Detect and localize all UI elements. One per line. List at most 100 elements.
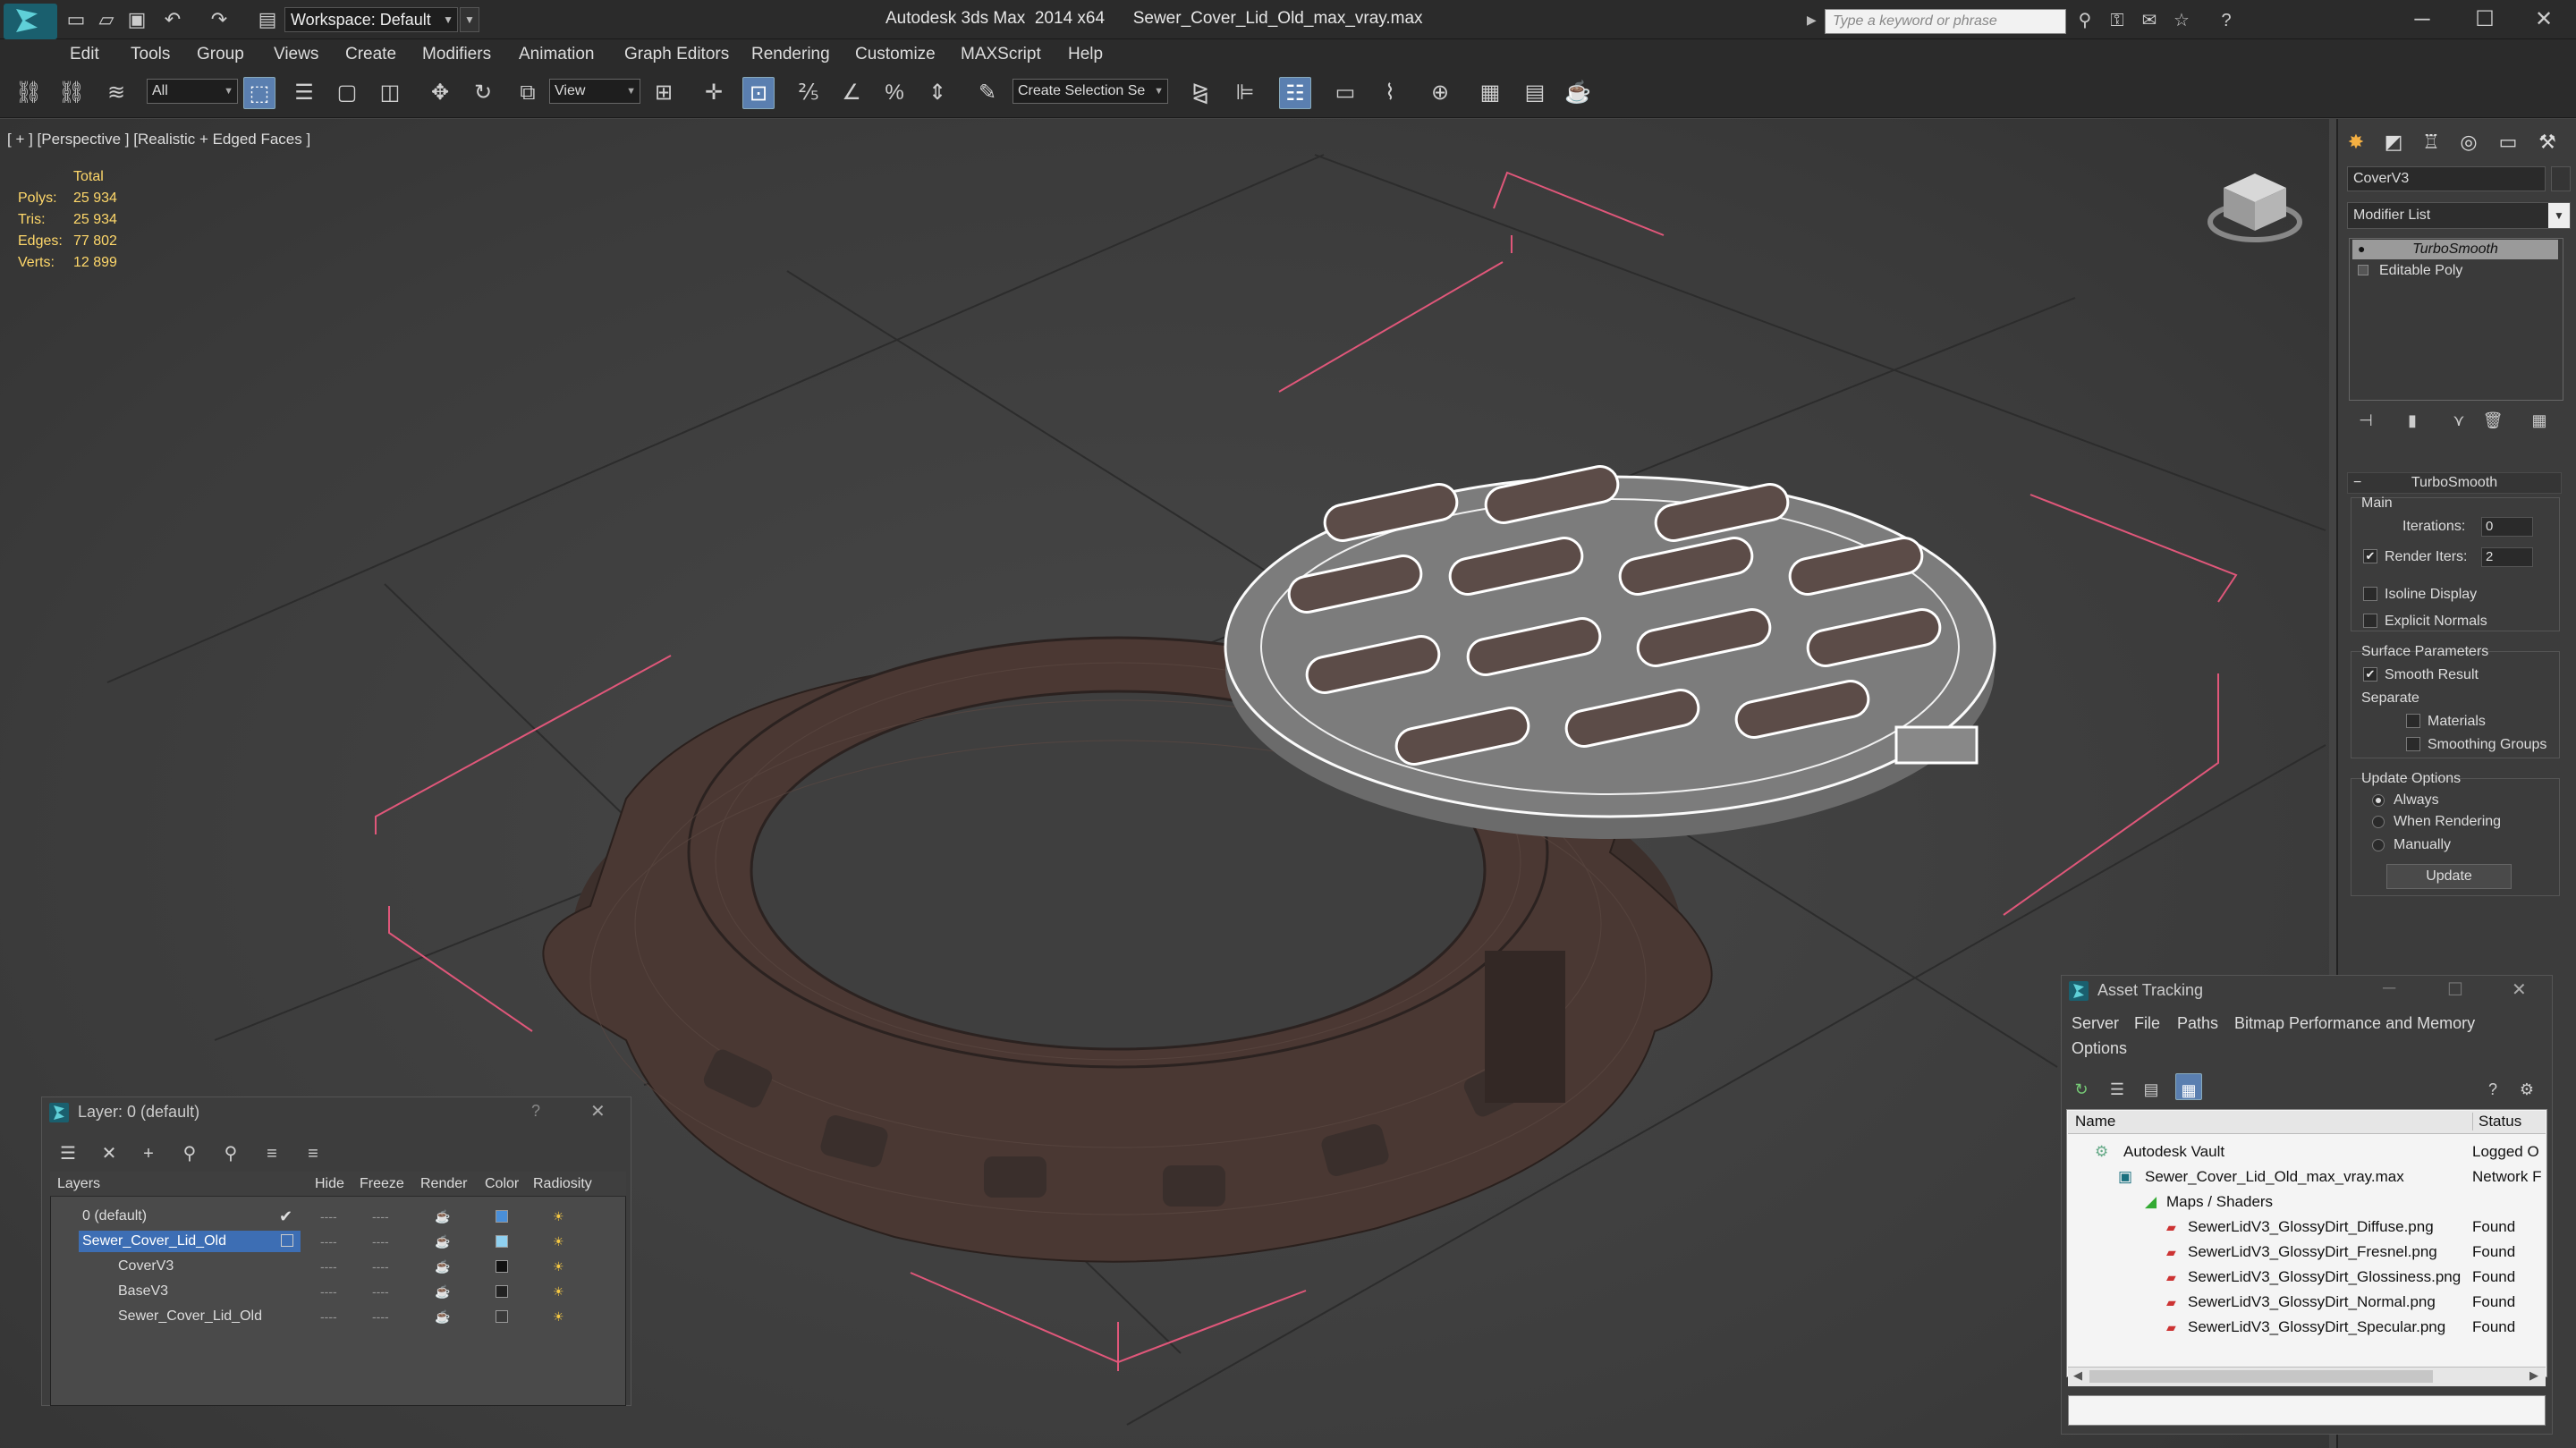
layer-name[interactable]: 0 (default) xyxy=(79,1206,150,1227)
asset-maximize-icon[interactable]: ☐ xyxy=(2447,978,2463,1001)
layer-object-name[interactable]: Sewer_Cover_Lid_Old xyxy=(114,1306,266,1327)
asset-menu-paths[interactable]: Paths xyxy=(2177,1014,2218,1033)
menu-rendering[interactable]: Rendering xyxy=(751,45,830,64)
graphite-ribbon-icon[interactable]: ▭ xyxy=(1329,77,1361,109)
layer-object-name[interactable]: CoverV3 xyxy=(114,1256,177,1277)
update-always-radio[interactable] xyxy=(2372,794,2385,807)
maximize-window-icon[interactable]: ☐ xyxy=(2458,4,2512,36)
asset-menu-file[interactable]: File xyxy=(2134,1014,2160,1033)
layer-row[interactable]: 0 (default) ✔ ---- ---- ☕ ☀ xyxy=(52,1204,597,1229)
render-teapot-icon[interactable]: ☕ xyxy=(435,1229,450,1254)
layer-color-swatch[interactable] xyxy=(496,1210,508,1223)
help-icon[interactable]: ? xyxy=(2213,9,2240,32)
utilities-tab-icon[interactable]: ⚒ xyxy=(2531,127,2563,157)
open-file-icon[interactable]: ▱ xyxy=(95,9,118,30)
col-color[interactable]: Color xyxy=(485,1176,519,1192)
select-by-name-icon[interactable]: ☰ xyxy=(288,77,320,109)
viewport-label[interactable]: [ + ] [Perspective ] [Realistic + Edged … xyxy=(7,131,310,148)
object-name-field[interactable]: CoverV3 xyxy=(2347,166,2546,191)
layer-row[interactable]: BaseV3 ---- ---- ☕ ☀ xyxy=(52,1279,597,1304)
search-expand-icon[interactable]: ▶ xyxy=(1807,13,1819,30)
freeze-toggle[interactable]: ---- xyxy=(372,1279,389,1304)
freeze-toggle[interactable]: ---- xyxy=(372,1229,389,1254)
select-and-link-icon[interactable]: ⛓ xyxy=(13,77,45,109)
remove-modifier-icon[interactable]: 🗑 xyxy=(2479,411,2506,436)
select-layer-objects-icon[interactable]: ⚲ xyxy=(175,1138,204,1166)
separate-smoothing-groups-checkbox[interactable] xyxy=(2406,737,2420,751)
asset-help-icon[interactable]: ? xyxy=(2479,1073,2506,1100)
col-radiosity[interactable]: Radiosity xyxy=(533,1176,592,1192)
render-production-icon[interactable]: ☕ xyxy=(1562,77,1594,109)
asset-row[interactable]: ▰ SewerLidV3_GlossyDirt_Diffuse.png Foun… xyxy=(2068,1215,2546,1240)
render-teapot-icon[interactable]: ☕ xyxy=(435,1204,450,1229)
radiosity-icon[interactable]: ☀ xyxy=(553,1204,564,1229)
layer-dialog-help-button[interactable]: ? xyxy=(531,1102,540,1121)
asset-row[interactable]: ▰ SewerLidV3_GlossyDirt_Normal.png Found xyxy=(2068,1290,2546,1315)
selection-filter-dropdown[interactable]: All ▼ xyxy=(147,79,238,104)
create-layer-icon[interactable]: ☰ xyxy=(54,1138,82,1166)
menu-animation[interactable]: Animation xyxy=(519,45,595,64)
smooth-result-checkbox[interactable]: ✔ xyxy=(2363,667,2377,682)
select-and-scale-icon[interactable]: ⧉ xyxy=(512,77,544,109)
iterations-spinner[interactable]: 0 xyxy=(2481,517,2533,537)
asset-menu-bitmap-performance[interactable]: Bitmap Performance and Memory xyxy=(2234,1014,2475,1033)
workspace-dropdown[interactable]: Workspace: Default ▼ xyxy=(284,7,458,32)
stack-item-editable-poly[interactable]: Editable Poly xyxy=(2352,261,2558,281)
asset-name[interactable]: SewerLidV3_GlossyDirt_Normal.png xyxy=(2188,1290,2436,1315)
editable-poly-expand-icon[interactable] xyxy=(2358,265,2368,275)
layer-object-name[interactable]: BaseV3 xyxy=(114,1281,172,1302)
menu-modifiers[interactable]: Modifiers xyxy=(422,45,491,64)
motion-tab-icon[interactable]: ◎ xyxy=(2453,127,2485,157)
object-color-swatch[interactable] xyxy=(2551,166,2571,191)
named-selection-set-dropdown[interactable]: Create Selection Se ▼ xyxy=(1013,79,1168,104)
freeze-toggle[interactable]: ---- xyxy=(372,1204,389,1229)
create-tab-icon[interactable]: ✸ xyxy=(2340,127,2372,157)
radiosity-icon[interactable]: ☀ xyxy=(553,1279,564,1304)
spinner-snap-icon[interactable]: ⇕ xyxy=(921,77,953,109)
select-and-manipulate-icon[interactable]: ✛ xyxy=(698,77,730,109)
asset-path-field[interactable] xyxy=(2068,1395,2546,1426)
update-when-rendering-radio[interactable] xyxy=(2372,816,2385,828)
update-manually-radio[interactable] xyxy=(2372,839,2385,851)
hierarchy-tab-icon[interactable]: ♖ xyxy=(2415,127,2447,157)
freeze-toggle[interactable]: ---- xyxy=(372,1304,389,1329)
menu-tools[interactable]: Tools xyxy=(131,45,170,64)
asset-close-icon[interactable]: ✕ xyxy=(2512,978,2527,1001)
radiosity-icon[interactable]: ☀ xyxy=(553,1304,564,1329)
col-hide[interactable]: Hide xyxy=(315,1176,344,1192)
asset-name[interactable]: SewerLidV3_GlossyDirt_Diffuse.png xyxy=(2188,1215,2434,1240)
layer-color-swatch[interactable] xyxy=(496,1235,508,1248)
radiosity-icon[interactable]: ☀ xyxy=(553,1229,564,1254)
layer-color-swatch[interactable] xyxy=(496,1285,508,1298)
layer-row[interactable]: Sewer_Cover_Lid_Old ---- ---- ☕ ☀ xyxy=(52,1229,597,1254)
layer-color-swatch[interactable] xyxy=(496,1310,508,1323)
layer-dialog-close-icon[interactable]: ✕ xyxy=(590,1100,606,1122)
project-folder-icon[interactable]: ▤ xyxy=(256,9,279,30)
menu-maxscript[interactable]: MAXScript xyxy=(961,45,1041,64)
render-teapot-icon[interactable]: ☕ xyxy=(435,1279,450,1304)
modifier-toggle-bulb-icon[interactable]: ● xyxy=(2358,241,2365,256)
snaps-toggle-icon[interactable]: ⅖ xyxy=(792,77,825,109)
asset-minimize-icon[interactable]: ─ xyxy=(2383,978,2395,999)
reference-coordinate-dropdown[interactable]: View ▼ xyxy=(549,79,640,104)
col-name[interactable]: Name xyxy=(2075,1113,2115,1130)
asset-row[interactable]: ▣ Sewer_Cover_Lid_Old_max_vray.max Netwo… xyxy=(2068,1164,2546,1190)
layer-row[interactable]: Sewer_Cover_Lid_Old ---- ---- ☕ ☀ xyxy=(52,1304,597,1329)
align-icon[interactable]: ⊫ xyxy=(1229,77,1261,109)
asset-horizontal-scrollbar[interactable]: ◀ ▶ xyxy=(2068,1367,2546,1386)
render-teapot-icon[interactable]: ☕ xyxy=(435,1254,450,1279)
close-window-icon[interactable]: ✕ xyxy=(2517,4,2571,36)
pin-stack-icon[interactable]: ⊣ xyxy=(2352,411,2379,436)
menu-group[interactable]: Group xyxy=(197,45,244,64)
display-tab-icon[interactable]: ▭ xyxy=(2492,127,2524,157)
search-input[interactable]: Type a keyword or phrase xyxy=(1825,9,2066,34)
hide-all-layers-icon[interactable]: ≡ xyxy=(258,1138,286,1166)
asset-menu-server[interactable]: Server xyxy=(2072,1014,2119,1033)
render-iters-checkbox[interactable]: ✔ xyxy=(2363,549,2377,563)
show-end-result-icon[interactable]: ▮ xyxy=(2399,411,2426,436)
menu-views[interactable]: Views xyxy=(274,45,318,64)
layer-color-swatch[interactable] xyxy=(496,1260,508,1273)
col-status[interactable]: Status xyxy=(2472,1113,2521,1130)
hide-toggle[interactable]: ---- xyxy=(320,1204,337,1229)
modifier-list-dropdown[interactable]: Modifier List ▼ xyxy=(2347,202,2571,229)
